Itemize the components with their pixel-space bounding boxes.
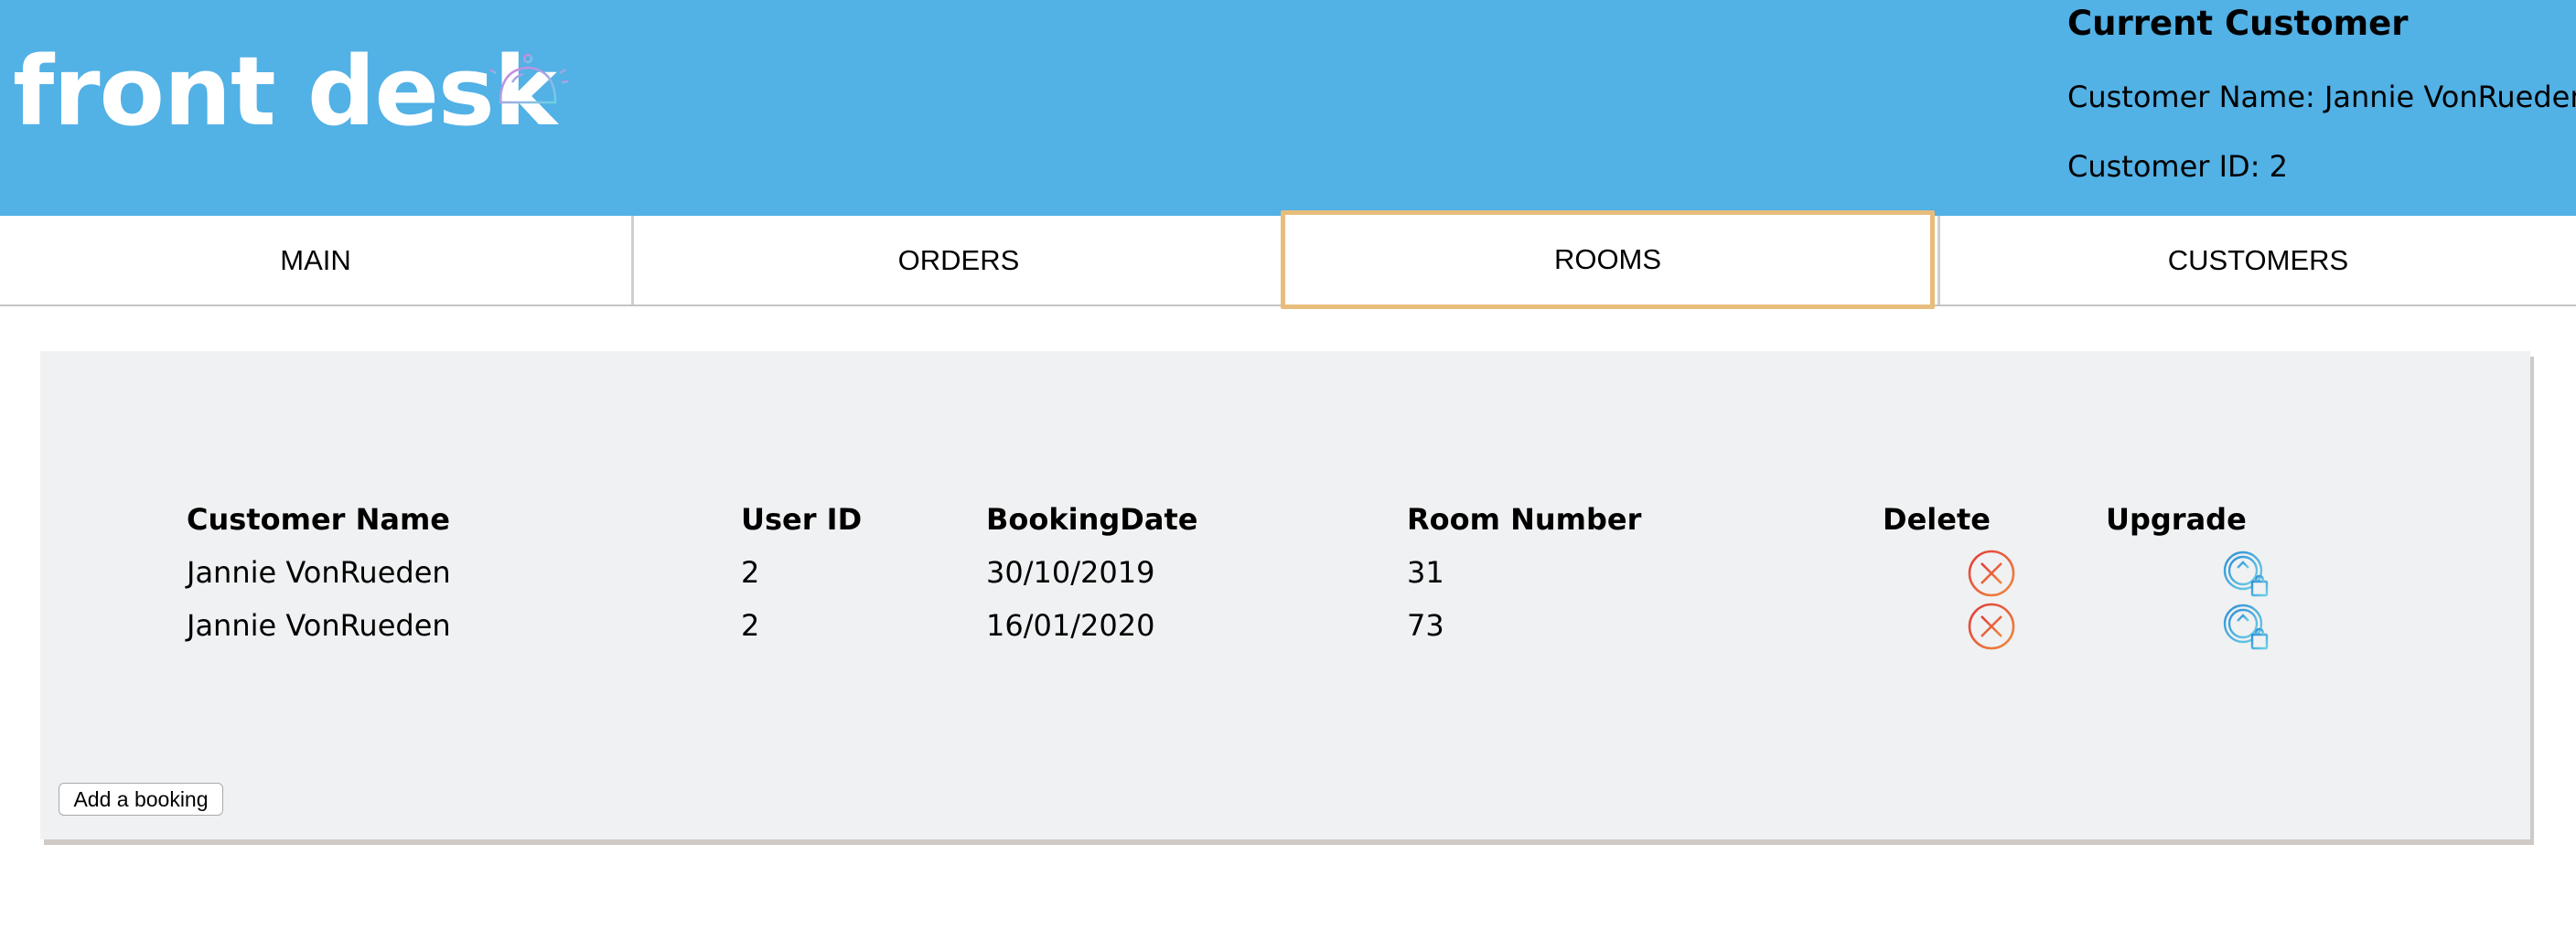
table-row-booking-date: 16/01/2020 [986,608,1155,643]
tab-customers[interactable]: CUSTOMERS [1937,216,2576,305]
header-user-id: User ID [741,502,863,537]
tab-main[interactable]: MAIN [0,216,634,305]
upgrade-arrow-bag-icon[interactable] [2221,602,2270,651]
current-customer-panel: Current Customer Customer Name: Jannie V… [2067,0,2576,216]
header-room-number: Room Number [1407,502,1642,537]
table-row-customer-name: Jannie VonRueden [187,555,451,590]
add-booking-button[interactable]: Add a booking [59,783,223,816]
table-row-user-id: 2 [741,555,760,590]
delete-circle-x-icon[interactable] [1967,549,2016,598]
header-booking-date: BookingDate [986,502,1198,537]
current-customer-title: Current Customer [2067,4,2409,43]
tab-orders[interactable]: ORDERS [637,216,1281,305]
upgrade-arrow-bag-icon[interactable] [2221,549,2270,598]
table-row-customer-name: Jannie VonRueden [187,608,451,643]
table-row-user-id: 2 [741,608,760,643]
table-row-booking-date: 30/10/2019 [986,555,1155,590]
app-header: front desk Current Customer Customer Nam… [0,0,2576,216]
bookings-panel: Customer Name User ID BookingDate Room N… [40,351,2530,839]
header-upgrade: Upgrade [2106,502,2247,537]
service-bell-icon [489,53,569,123]
nav-tabs: MAIN ORDERS ROOMS CUSTOMERS [0,210,2576,309]
customer-id-label: Customer ID: 2 [2067,149,2288,184]
header-customer-name: Customer Name [187,502,450,537]
table-row-room-number: 73 [1407,608,1444,643]
brand-logo-text: front desk [13,36,557,147]
tab-rooms[interactable]: ROOMS [1281,210,1935,309]
header-delete: Delete [1883,502,1991,537]
delete-circle-x-icon[interactable] [1967,602,2016,651]
customer-name-label: Customer Name: Jannie VonRueden [2067,80,2576,114]
table-row-room-number: 31 [1407,555,1444,590]
